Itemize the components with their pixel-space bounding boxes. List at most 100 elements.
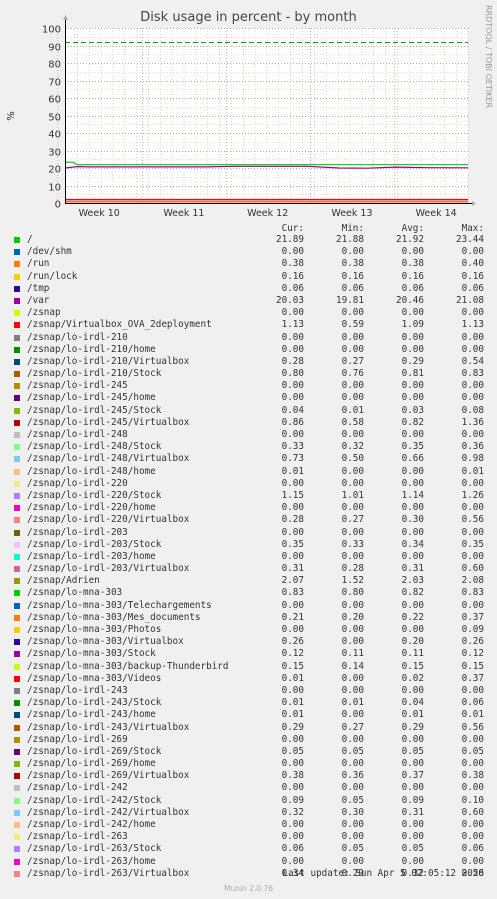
- min-value: 0.00: [341, 636, 364, 648]
- cur-value: 0.05: [281, 745, 304, 757]
- cur-value: 0.12: [281, 648, 304, 660]
- legend-row: /zsnap/lo-irdl-210/home 0.00 0.00 0.00 0.00: [12, 344, 490, 356]
- cur-value: 0.00: [281, 477, 304, 489]
- cur-value: 0.06: [281, 843, 304, 855]
- series-name: /zsnap/lo-irdl-210/Virtualbox: [27, 355, 190, 367]
- max-value: 1.26: [461, 489, 484, 501]
- min-value: 0.50: [341, 453, 364, 465]
- series-name: /zsnap/lo-irdl-220/home: [27, 502, 156, 514]
- min-value: 0.76: [341, 368, 364, 380]
- legend-swatch: [14, 505, 20, 512]
- avg-value: 0.03: [401, 404, 424, 416]
- legend-header: Cur: Min: Avg: Max:: [12, 223, 490, 234]
- legend-swatch: [14, 639, 20, 646]
- min-value: 0.00: [341, 331, 364, 343]
- legend-row: /zsnap/lo-mna-303/Photos 0.00 0.00 0.00 0.09: [12, 624, 490, 636]
- max-value: 0.56: [461, 721, 484, 733]
- max-value: 0.83: [461, 587, 484, 599]
- max-value: 0.16: [461, 270, 484, 282]
- cur-value: 0.00: [281, 599, 304, 611]
- min-value: 0.32: [341, 441, 364, 453]
- x-axis-arrow: [472, 201, 476, 206]
- min-value: 1.52: [341, 575, 364, 587]
- series-name: /zsnap/Adrien: [27, 575, 100, 587]
- legend-row: /zsnap 0.00 0.00 0.00 0.00: [12, 307, 490, 319]
- avg-value: 0.37: [401, 770, 424, 782]
- legend-swatch: [14, 395, 20, 402]
- min-value: 0.27: [341, 355, 364, 367]
- legend-swatch: [14, 334, 20, 341]
- series-name: /zsnap/lo-mna-303/backup-Thunderbird: [27, 660, 229, 672]
- min-value: 0.38: [341, 258, 364, 270]
- cur-value: 0.00: [281, 684, 304, 696]
- max-value: 0.98: [461, 453, 484, 465]
- legend-swatch: [14, 590, 20, 597]
- legend-swatch: [14, 785, 20, 792]
- cur-value: 0.00: [281, 526, 304, 538]
- legend-swatch: [14, 261, 20, 268]
- cur-value: 0.04: [281, 404, 304, 416]
- cur-value: 0.28: [281, 355, 304, 367]
- min-value: 0.00: [341, 246, 364, 258]
- min-value: 0.00: [341, 831, 364, 843]
- series-name: /var: [27, 294, 50, 306]
- cur-value: 0.00: [281, 733, 304, 745]
- legend-row: /zsnap/lo-irdl-242/home 0.00 0.00 0.00 0.00: [12, 819, 490, 831]
- series-name: /zsnap/lo-irdl-248/Virtualbox: [27, 453, 190, 465]
- min-value: 0.28: [341, 563, 364, 575]
- legend-row: / 21.89 21.88 21.92 23.44: [12, 234, 490, 246]
- min-value: 0.00: [341, 465, 364, 477]
- max-value: 0.60: [461, 563, 484, 575]
- series-name: /zsnap/lo-mna-303/Virtualbox: [27, 636, 184, 648]
- max-value: 0.83: [461, 368, 484, 380]
- legend-swatch: [14, 773, 20, 780]
- avg-value: 1.14: [401, 489, 424, 501]
- series-name: /zsnap/lo-irdl-243/home: [27, 709, 156, 721]
- legend-swatch: [14, 529, 20, 536]
- min-value: 0.00: [341, 429, 364, 440]
- series-name: /zsnap/lo-irdl-263/Virtualbox: [27, 867, 190, 879]
- legend-swatch: [14, 809, 20, 816]
- avg-value: 0.82: [401, 416, 424, 428]
- legend-swatch: [14, 566, 20, 573]
- legend-swatch: [14, 273, 20, 280]
- legend-swatch: [14, 651, 20, 658]
- avg-value: 0.00: [401, 526, 424, 538]
- legend-swatch: [14, 578, 20, 585]
- avg-value: 1.09: [401, 319, 424, 331]
- avg-value: 0.29: [401, 355, 424, 367]
- max-value: 0.12: [461, 648, 484, 660]
- avg-value: 0.09: [401, 794, 424, 806]
- legend-swatch: [14, 846, 20, 853]
- min-value: 0.00: [341, 392, 364, 404]
- cur-value: 0.16: [281, 270, 304, 282]
- series-name: /zsnap/lo-irdl-243/Virtualbox: [27, 721, 190, 733]
- legend-swatch: [14, 724, 20, 731]
- avg-value: 21.92: [396, 234, 424, 245]
- legend-row: /zsnap/lo-irdl-248/Virtualbox 0.73 0.50 0.6…: [12, 453, 490, 465]
- legend-row: /zsnap/Adrien 2.07 1.52 2.03 2.08: [12, 575, 490, 587]
- series-name: /zsnap/lo-irdl-248/Stock: [27, 441, 162, 453]
- series-name: /zsnap/lo-irdl-210: [27, 331, 128, 343]
- col-header-max: Max:: [461, 223, 484, 234]
- legend-row: /zsnap/lo-irdl-220 0.00 0.00 0.00 0.00: [12, 478, 490, 490]
- avg-value: 0.00: [401, 758, 424, 770]
- max-value: 0.05: [461, 745, 484, 757]
- cur-value: 0.00: [281, 502, 304, 514]
- avg-value: 0.00: [401, 819, 424, 830]
- series-name: /zsnap/lo-irdl-245/Virtualbox: [27, 416, 190, 428]
- legend-row: /zsnap/lo-irdl-243/Stock 0.01 0.01 0.04 0.06: [12, 697, 490, 709]
- legend-row: /zsnap/lo-mna-303/Virtualbox 0.26 0.00 0.20…: [12, 636, 490, 648]
- legend-swatch: [14, 237, 20, 243]
- legend-row: /zsnap/lo-irdl-210/Stock 0.80 0.76 0.81 0.83: [12, 368, 490, 380]
- cur-value: 0.86: [281, 416, 304, 428]
- y-tick-label: 80: [48, 60, 61, 71]
- min-value: 0.33: [341, 538, 364, 550]
- max-value: 0.01: [461, 465, 484, 477]
- avg-value: 0.00: [401, 684, 424, 696]
- max-value: 0.08: [461, 404, 484, 416]
- legend-row: /run 0.38 0.38 0.38 0.40: [12, 258, 490, 270]
- avg-value: 0.31: [401, 563, 424, 575]
- y-axis-label: %: [6, 111, 17, 121]
- avg-value: 0.00: [401, 380, 424, 392]
